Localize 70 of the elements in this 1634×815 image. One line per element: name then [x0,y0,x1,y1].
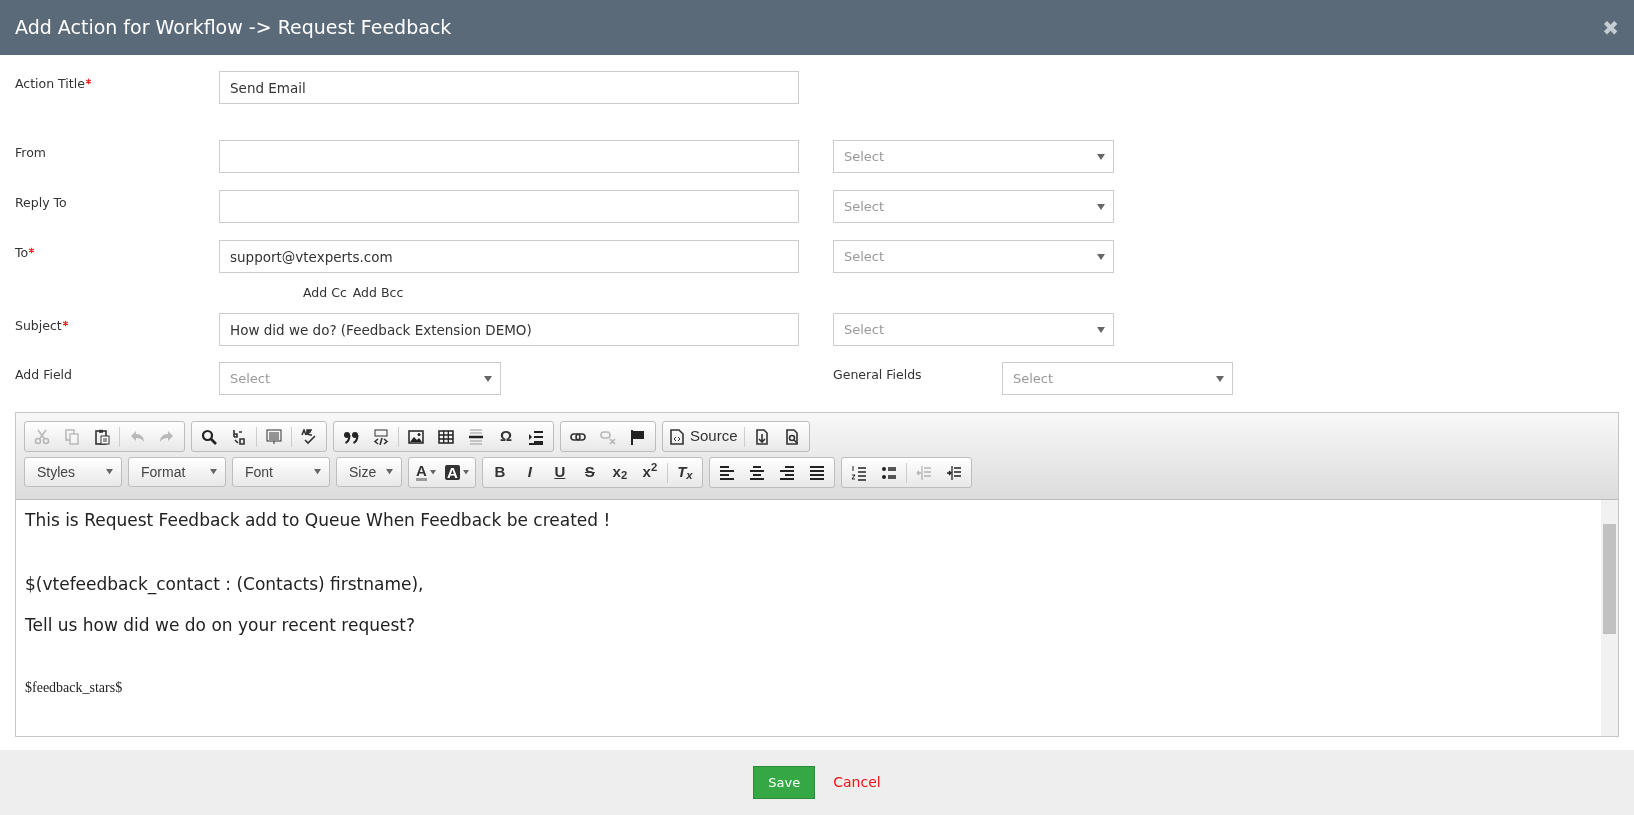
field-label: General Fields [833,367,922,382]
unlink-icon [600,428,616,445]
format-button[interactable]: Ω [491,423,521,450]
source-icon [669,428,685,445]
text-input[interactable]: Send Email [219,71,799,104]
caret-icon [484,375,492,382]
numbered-list-icon [850,464,867,481]
editor-text: $feedback_stars$ [25,678,124,697]
field-label: Reply To [15,195,67,210]
caret-icon [106,469,113,475]
format-button[interactable]: T$_{x}$ [669,459,700,486]
caret-icon [314,469,321,475]
format-button[interactable]: I [514,459,545,486]
caret-icon [1097,326,1105,333]
source-button[interactable]: Source [665,423,742,450]
save-icon [753,428,770,445]
format-button[interactable]: B [484,459,515,486]
text-color-button[interactable]: A [411,459,441,486]
format-button[interactable]: x$_{2}$ [604,459,635,486]
caret-icon [429,470,436,475]
search-icon [201,428,217,445]
caret-icon [1216,375,1224,382]
caret-icon [1097,153,1105,160]
caret-icon [1097,203,1105,210]
caret-icon [462,470,469,475]
text-input[interactable] [219,190,799,223]
caret-icon [386,469,393,475]
spellcheck-icon [301,428,317,445]
background-color-button[interactable]: A [441,459,473,486]
add-link[interactable]: Add Cc [303,283,347,303]
text-input[interactable]: How did we do? (Feedback Extension DEMO) [219,313,799,346]
code-block-icon [373,428,389,445]
field-label: Add Field [15,367,73,382]
dialog-title: Add Action for Workflow -> Request Feedback [15,15,452,41]
text-input[interactable] [219,140,799,173]
cancel-link[interactable]: Cancel [833,772,881,793]
align-justify-icon [808,464,825,481]
text-input[interactable]: support@vtexperts.com [219,240,799,273]
indent-icon [945,464,962,481]
bullet-list-icon [880,464,897,481]
editor-text: This is Request Feedback add to Queue When Feedback be created ! [25,509,612,532]
field-label: Subject [15,318,62,333]
editor-text: Tell us how did we do on your recent request? [25,614,416,637]
paste-icon [94,428,110,445]
align-right-icon [778,464,795,481]
format-dropdown[interactable]: Format [128,457,226,487]
caret-icon [210,469,217,475]
add-link[interactable]: Add Bcc [352,283,404,303]
caret-icon [1097,253,1105,260]
format-dropdown[interactable]: Styles [24,457,122,487]
field-label: Action Title [15,76,85,91]
outdent-icon [915,464,932,481]
align-left-icon [718,464,735,481]
table-icon [438,428,454,445]
editor-text: $(vtefeedback_contact : (Contacts) firstname), [25,572,425,597]
field-label: To [15,245,29,260]
format-button[interactable]: x$^{2}$ [634,459,665,486]
scissors-icon [34,428,50,445]
format-dropdown[interactable]: Size [336,457,402,487]
format-button[interactable]: S [574,459,605,486]
format-button[interactable]: U [544,459,575,486]
format-dropdown[interactable]: Font [232,457,330,487]
flag-icon [630,428,646,445]
image-icon [408,428,424,445]
align-center-icon [748,464,765,481]
preview-icon [783,428,800,445]
scrollbar[interactable] [1601,500,1618,736]
field-label: From [15,145,46,160]
horizontal-line-icon [468,428,484,445]
copy-icon [64,428,80,445]
